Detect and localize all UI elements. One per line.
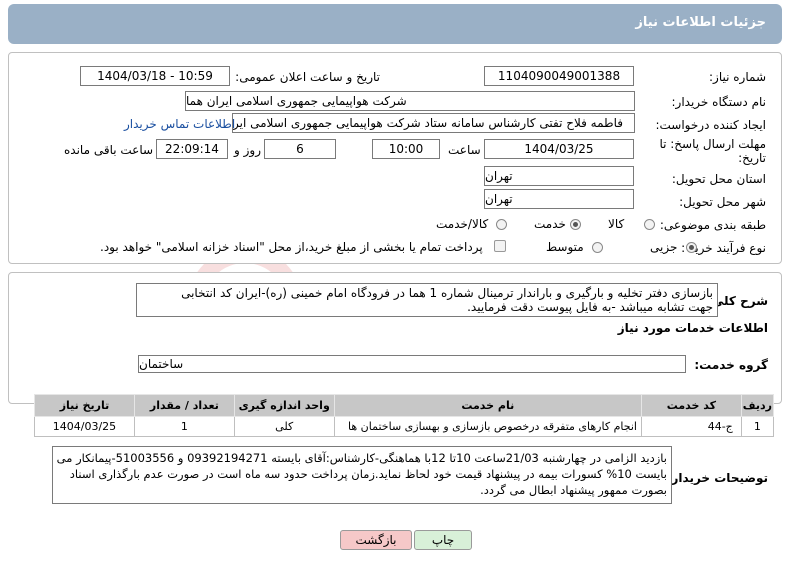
announce-label: تاریخ و ساعت اعلان عمومی:: [235, 70, 380, 84]
remaining-label: ساعت باقی مانده: [64, 143, 154, 157]
service-group-label: گروه خدمت:: [694, 358, 768, 372]
page-title: جزئیات اطلاعات نیاز: [8, 4, 782, 44]
category-option-goods-label: کالا: [608, 217, 625, 231]
print-button[interactable]: چاپ: [414, 530, 472, 550]
buyer-notes-label: توضیحات خریدار:: [666, 471, 768, 485]
province-field: تهران: [484, 166, 634, 186]
col-unit: واحد اندازه گیری: [233, 394, 335, 417]
treasury-payment-text: پرداخت تمام یا بخشی از مبلغ خرید،از محل …: [100, 240, 483, 254]
col-row-no: ردیف: [740, 394, 775, 417]
buyer-contact-link[interactable]: اطلاعات تماس خریدار: [124, 117, 235, 131]
cell-unit: کلی: [233, 416, 335, 437]
description-line-1: بازسازی دفتر تخلیه و بارگیری و باراندار …: [181, 286, 713, 300]
remaining-time-field: 22:09:14: [156, 139, 228, 159]
service-group-field: ساختمان: [138, 355, 686, 373]
city-field: تهران: [484, 189, 634, 209]
cell-need-date: 1404/03/25: [34, 416, 135, 437]
process-option-minor-radio[interactable]: [686, 242, 697, 253]
creator-field: فاطمه فلاح تفتی کارشناس سامانه ستاد شرکت…: [232, 113, 635, 133]
category-option-service-radio[interactable]: [570, 219, 581, 230]
deadline-label-1: مهلت ارسال پاسخ: تا: [659, 137, 766, 151]
process-option-minor-label: جزیی: [650, 240, 678, 254]
cell-quantity: 1: [133, 416, 235, 437]
col-quantity: تعداد / مقدار: [133, 394, 235, 417]
buyer-notes-line-2: بایست 10% کسورات بیمه در پیشنهاد قیمت خو…: [69, 467, 667, 481]
buyer-notes-field: بازدید الزامی در چهارشنبه 21/03ساعت 10تا…: [52, 446, 672, 504]
col-need-date: تاریخ نیاز: [34, 394, 135, 417]
table-row: 1 ج-44 انجام کارهای متفرقه درخصوص بازساز…: [34, 416, 775, 437]
days-count-field: 6: [264, 139, 336, 159]
announce-field: 1404/03/18 - 10:59: [80, 66, 230, 86]
cell-service-name: انجام کارهای متفرقه درخصوص بازسازی و بهس…: [333, 416, 642, 437]
city-label: شهر محل تحویل:: [679, 195, 766, 209]
category-option-both-label: کالا/خدمت: [436, 217, 489, 231]
services-section-title: اطلاعات خدمات مورد نیاز: [617, 321, 768, 335]
category-option-goods-radio[interactable]: [644, 219, 655, 230]
col-service-code: کد خدمت: [640, 394, 742, 417]
buyer-field: شرکت هواپیمایی جمهوری اسلامی ایران هما: [185, 91, 635, 111]
buyer-notes-line-3: بصورت ممهور پیشنهاد ابطال می گردد.: [480, 483, 667, 497]
buyer-label: نام دستگاه خریدار:: [671, 95, 767, 109]
buyer-notes-line-1: بازدید الزامی در چهارشنبه 21/03ساعت 10تا…: [56, 451, 667, 465]
services-table-header: ردیف کد خدمت نام خدمت واحد اندازه گیری ت…: [34, 394, 775, 417]
province-label: استان محل تحویل:: [671, 172, 766, 186]
category-option-service-label: خدمت: [534, 217, 566, 231]
deadline-time-field: 10:00: [372, 139, 440, 159]
process-option-medium-radio[interactable]: [592, 242, 603, 253]
description-line-2: جهت تشابه میباشد -به فایل پیوست دقت فرما…: [467, 300, 713, 314]
creator-label: ایجاد کننده درخواست:: [655, 118, 766, 132]
deadline-date-field: 1404/03/25: [484, 139, 634, 159]
services-table: ردیف کد خدمت نام خدمت واحد اندازه گیری ت…: [34, 394, 775, 437]
description-field: بازسازی دفتر تخلیه و بارگیری و باراندار …: [136, 283, 718, 317]
need-number-field: 1104090049001388: [484, 66, 634, 86]
col-service-name: نام خدمت: [333, 394, 642, 417]
days-label: روز و: [234, 143, 261, 157]
cell-row-no: 1: [740, 416, 775, 437]
deadline-label-2: تاریخ:: [738, 151, 766, 165]
category-option-both-radio[interactable]: [496, 219, 507, 230]
time-label: ساعت: [448, 143, 481, 157]
treasury-payment-checkbox[interactable]: [494, 240, 506, 252]
back-button[interactable]: بازگشت: [340, 530, 412, 550]
process-option-medium-label: متوسط: [546, 240, 584, 254]
cell-service-code: ج-44: [640, 416, 742, 437]
category-label: طبقه بندی موضوعی:: [659, 218, 766, 232]
need-number-label: شماره نیاز:: [709, 70, 766, 84]
